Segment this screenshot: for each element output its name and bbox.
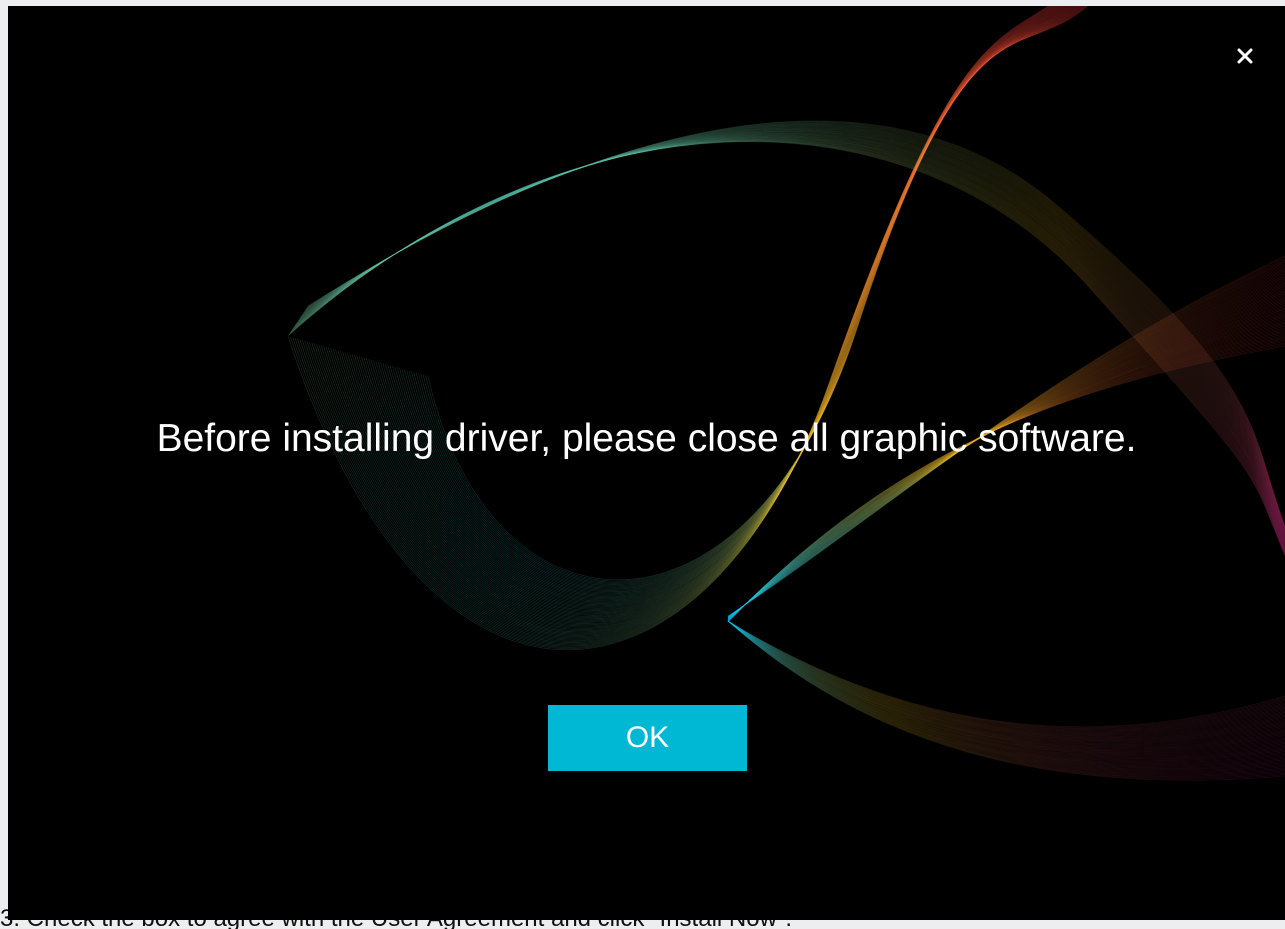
installer-dialog: Before installing driver, please close a…: [8, 6, 1285, 920]
close-icon: [1237, 48, 1253, 64]
dialog-message: Before installing driver, please close a…: [156, 417, 1137, 460]
ok-button[interactable]: OK: [548, 705, 747, 771]
close-button[interactable]: [1231, 42, 1259, 70]
page: 3. Check the box to agree with the User …: [0, 0, 1285, 929]
